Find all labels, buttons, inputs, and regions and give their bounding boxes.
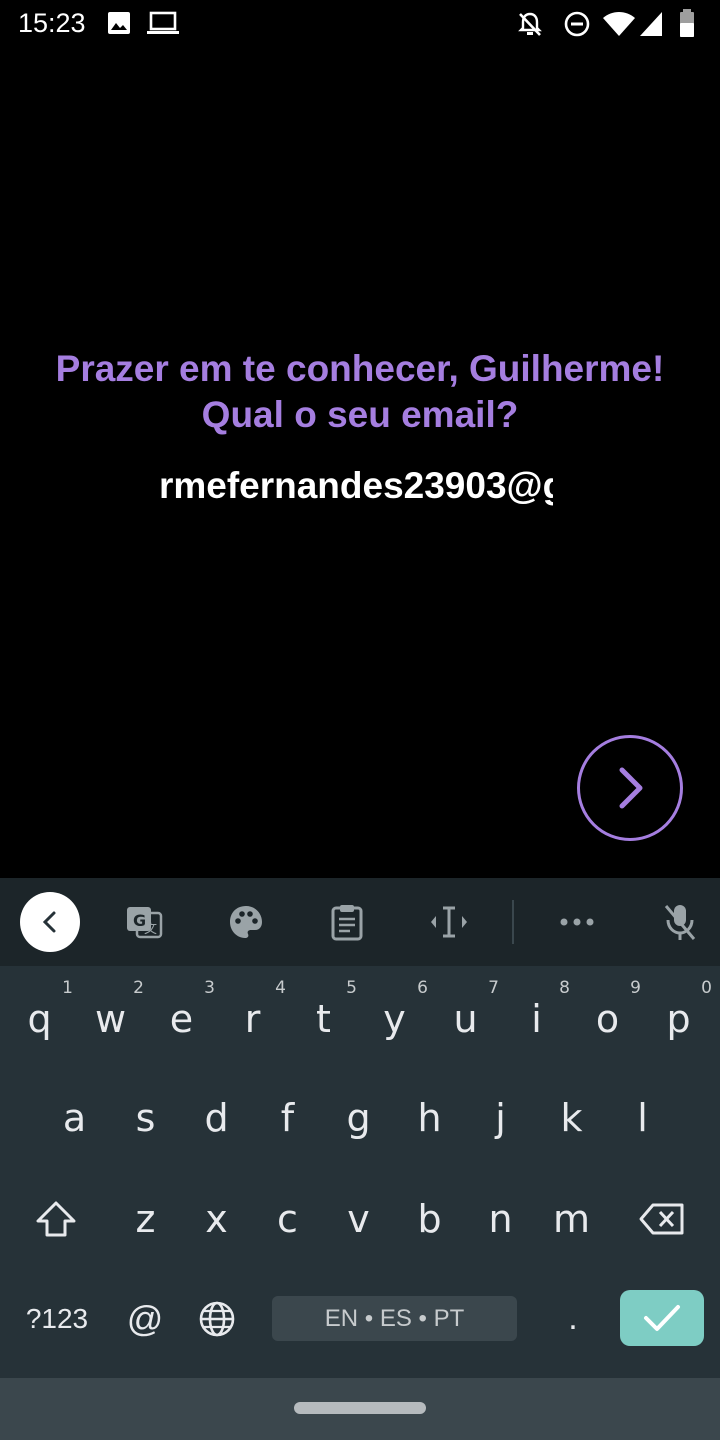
at-key[interactable]: @ [118, 1296, 172, 1341]
shift-key[interactable] [20, 1174, 91, 1264]
question-line: Qual o seu email? [201, 394, 519, 435]
globe-icon [199, 1301, 235, 1336]
key-f[interactable]: f [252, 1073, 323, 1163]
backspace-icon [639, 1203, 684, 1235]
key-w[interactable]: w2 [75, 974, 146, 1064]
greeting-line: Prazer em te conhecer, Guilherme! [55, 348, 665, 389]
key-q[interactable]: q1 [4, 974, 75, 1064]
backspace-key[interactable] [622, 1174, 702, 1264]
key-h[interactable]: h [394, 1073, 465, 1163]
keyboard-toolbar: G文 [0, 878, 720, 966]
laptop-icon [146, 10, 180, 41]
key-k[interactable]: k [536, 1073, 607, 1163]
email-field-container [160, 460, 560, 516]
email-field[interactable] [160, 464, 555, 508]
space-key[interactable]: EN • ES • PT [272, 1296, 517, 1341]
period-key[interactable]: . [548, 1296, 598, 1341]
wifi-icon [602, 10, 636, 43]
key-e[interactable]: e3 [146, 974, 217, 1064]
back-icon[interactable] [20, 892, 80, 952]
translate-icon[interactable]: G文 [114, 892, 174, 952]
key-d[interactable]: d [181, 1073, 252, 1163]
next-button[interactable] [577, 735, 683, 841]
battery-icon [678, 8, 696, 43]
key-b[interactable]: b [394, 1174, 465, 1264]
enter-key[interactable] [620, 1290, 704, 1346]
key-r[interactable]: r4 [217, 974, 288, 1064]
key-u[interactable]: u7 [430, 974, 501, 1064]
key-n[interactable]: n [465, 1174, 536, 1264]
mic-off-icon[interactable] [650, 892, 710, 952]
key-c[interactable]: c [252, 1174, 323, 1264]
more-icon[interactable] [547, 892, 607, 952]
key-o[interactable]: o9 [572, 974, 643, 1064]
signal-icon [638, 10, 664, 43]
key-z[interactable]: z [110, 1174, 181, 1264]
key-j[interactable]: j [465, 1073, 536, 1163]
keyboard: G文 q1 w2 e3 r4 t5 y6 u7 i8 o9 p0 a s d f… [0, 878, 720, 1378]
shift-icon [36, 1201, 75, 1237]
key-m[interactable]: m [536, 1174, 607, 1264]
toolbar-divider [512, 900, 514, 944]
key-p[interactable]: p0 [643, 974, 714, 1064]
globe-key[interactable] [190, 1296, 244, 1341]
key-v[interactable]: v [323, 1174, 394, 1264]
status-time: 15:23 [18, 8, 86, 38]
status-bar: 15:23 [0, 0, 720, 50]
key-s[interactable]: s [110, 1073, 181, 1163]
symbols-key[interactable]: ?123 [14, 1296, 100, 1341]
do-not-disturb-icon [563, 10, 591, 43]
palette-icon[interactable] [216, 892, 276, 952]
svg-text:文: 文 [144, 922, 157, 937]
key-x[interactable]: x [181, 1174, 252, 1264]
key-i[interactable]: i8 [501, 974, 572, 1064]
checkmark-icon [644, 1305, 680, 1331]
key-l[interactable]: l [607, 1073, 678, 1163]
key-t[interactable]: t5 [288, 974, 359, 1064]
clipboard-icon[interactable] [317, 892, 377, 952]
key-g[interactable]: g [323, 1073, 394, 1163]
notifications-off-icon [516, 10, 544, 43]
image-icon [106, 10, 132, 41]
home-gesture-handle[interactable] [294, 1402, 426, 1414]
navigation-bar [0, 1378, 720, 1440]
key-a[interactable]: a [39, 1073, 110, 1163]
greeting-prompt: Prazer em te conhecer, Guilherme! Qual o… [0, 346, 720, 438]
text-cursor-icon[interactable] [419, 892, 479, 952]
key-y[interactable]: y6 [359, 974, 430, 1064]
chevron-right-icon [619, 767, 643, 809]
